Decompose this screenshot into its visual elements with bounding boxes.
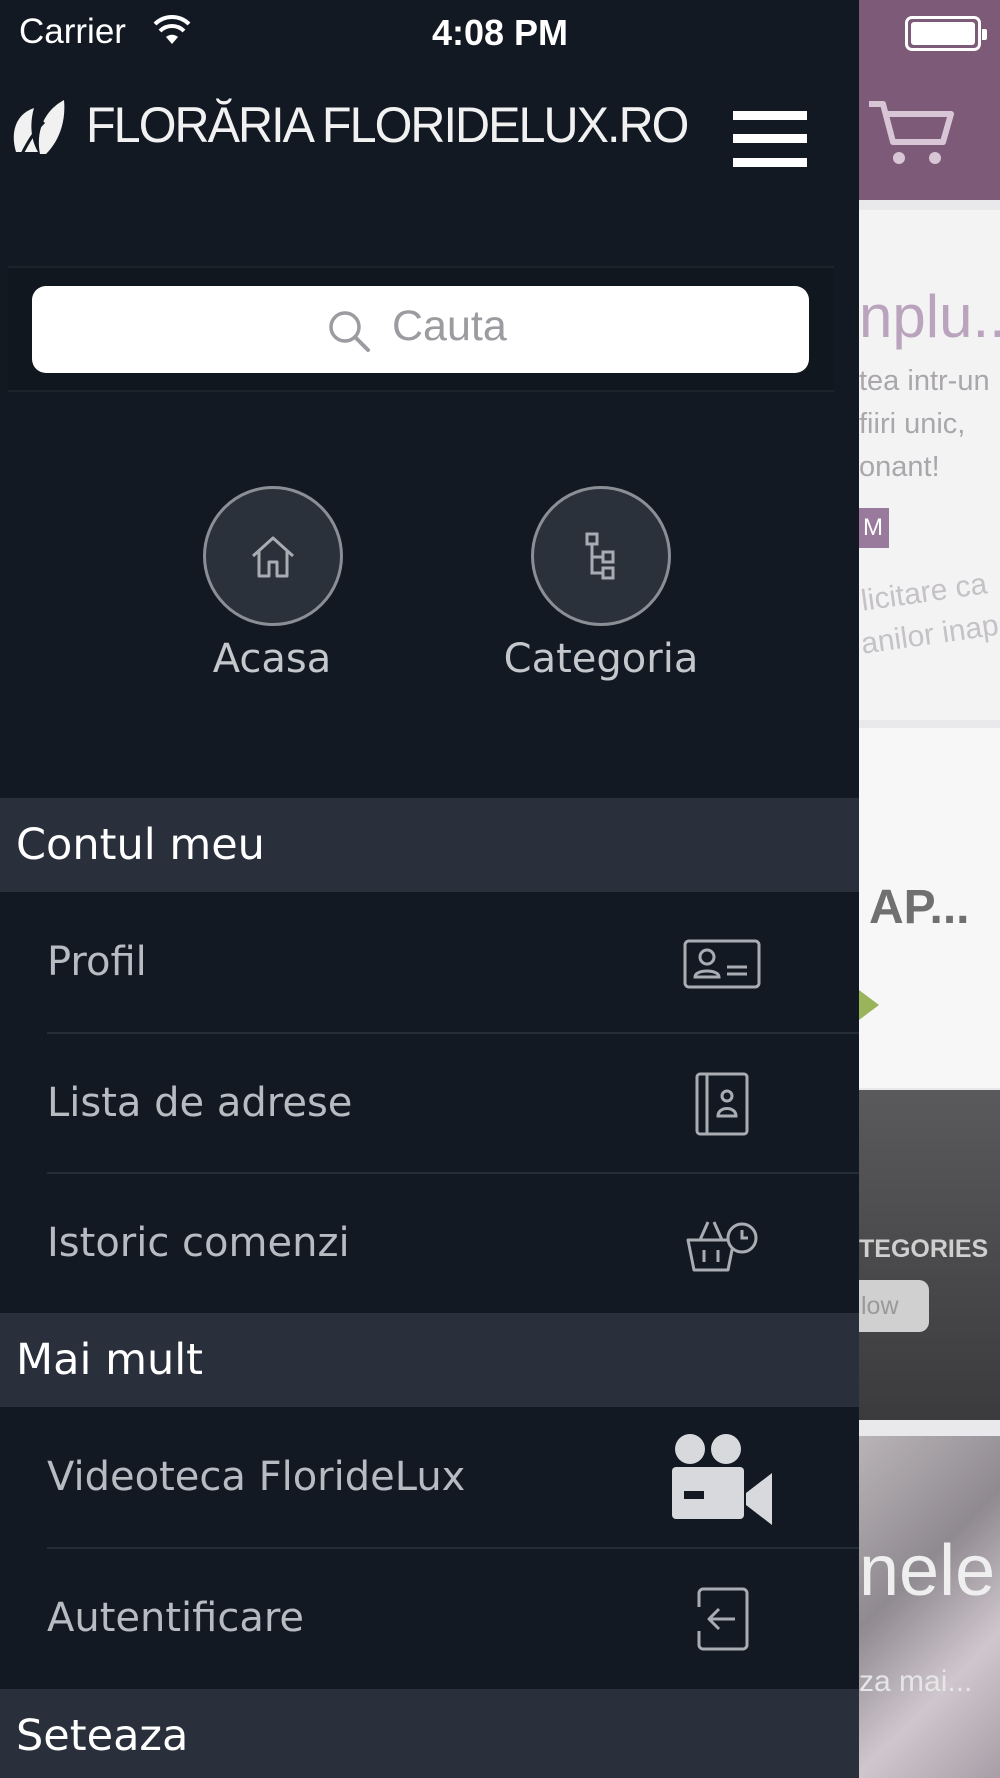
menu-item-login[interactable]: Autentificare (0, 1549, 859, 1689)
background-flowers-subtitle: za mai... (859, 1665, 973, 1698)
section-header-account: Contul meu (0, 798, 859, 892)
clock: 4:08 PM (431, 12, 569, 53)
search-input[interactable]: Cauta (392, 302, 507, 351)
floridelux-logo-icon (13, 100, 65, 155)
menu-item-label: Lista de adrese (47, 1080, 353, 1126)
menu-item-order-history[interactable]: Istoric comenzi (0, 1174, 859, 1314)
order-history-icon (686, 1221, 758, 1272)
menu-item-label: Autentificare (47, 1595, 305, 1641)
cart-icon[interactable] (867, 98, 957, 168)
category-label: Categoria (503, 636, 699, 682)
section-header-settings: Seteaza (0, 1689, 859, 1778)
address-book-icon (695, 1072, 749, 1136)
menu-item-address-list[interactable]: Lista de adrese (0, 1034, 859, 1174)
navigation-drawer: FLORĂRIA FLORIDELUX.RO Cauta Acasa Categ… (0, 0, 859, 1778)
background-categories-label: TEGORIES (859, 1235, 989, 1263)
home-label: Acasa (212, 636, 332, 682)
login-icon (697, 1587, 749, 1651)
brand-title: FLORĂRIA FLORIDELUX.RO (86, 97, 689, 153)
status-bar: Carrier 4:08 PM (0, 0, 1000, 66)
section-title: Contul meu (16, 820, 265, 870)
menu-item-label: Profil (47, 939, 147, 985)
background-promo-line: fiiri unic, (859, 408, 966, 440)
background-show-button[interactable]: low (859, 1280, 929, 1332)
menu-item-label: Videoteca FlorideLux (47, 1454, 466, 1500)
video-camera-icon (672, 1434, 772, 1525)
battery-icon (905, 16, 987, 51)
profile-card-icon (683, 939, 761, 989)
menu-item-profile[interactable]: Profil (0, 893, 859, 1033)
menu-item-video-library[interactable]: Videoteca FlorideLux (0, 1408, 859, 1548)
search-icon (329, 311, 370, 352)
category-button[interactable] (531, 486, 671, 626)
category-tree-icon (585, 532, 615, 580)
section-header-more: Mai mult (0, 1313, 859, 1407)
menu-item-label: Istoric comenzi (47, 1220, 350, 1266)
background-promo-line: tea intr-un (859, 365, 990, 397)
home-button[interactable] (203, 486, 343, 626)
section-title: Seteaza (16, 1711, 189, 1761)
background-app: nplu... tea intr-un fiiri unic, onant! M… (859, 0, 1000, 1778)
background-flowers-title: nele (859, 1531, 996, 1611)
background-promo-badge: M (859, 508, 889, 548)
home-icon (251, 536, 295, 578)
background-promo-title: nplu... (859, 283, 1000, 350)
background-app-title: AP... (869, 881, 970, 934)
background-promo-line: onant! (859, 451, 940, 483)
section-title: Mai mult (16, 1335, 204, 1385)
menu-toggle-button[interactable] (733, 111, 807, 167)
